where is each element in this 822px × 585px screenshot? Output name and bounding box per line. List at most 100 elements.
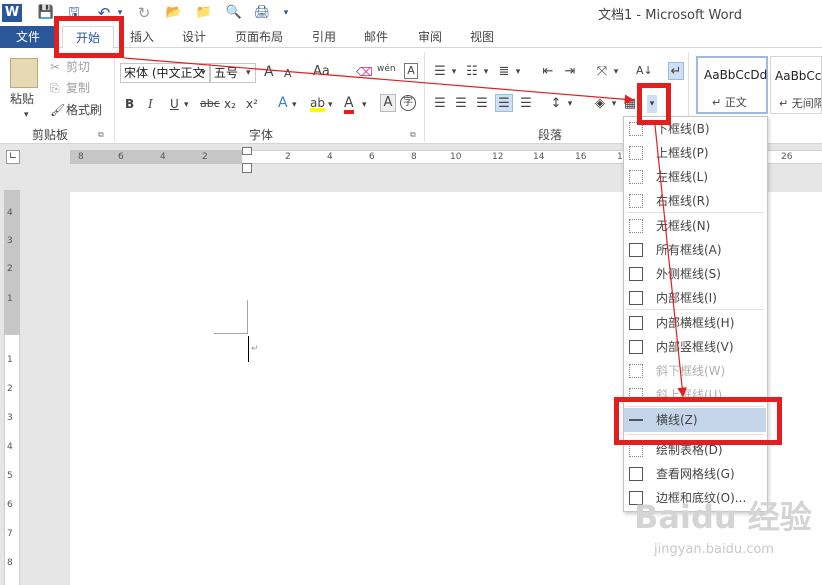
menu-item-outside-borders[interactable]: 外侧框线(S)	[624, 262, 766, 286]
multilevel-list-icon[interactable]: ≣	[496, 63, 512, 81]
ruler-tick-label: 14	[533, 152, 545, 162]
tab-insert[interactable]: 插入	[122, 26, 162, 48]
line-spacing-icon[interactable]: ↕	[548, 95, 564, 113]
justify-icon[interactable]: ☰	[495, 94, 513, 112]
clear-format-icon[interactable]: ⌫	[356, 63, 373, 81]
numbering-dropdown-icon[interactable]: ▾	[482, 63, 490, 81]
text-effects-dropdown-icon[interactable]: ▾	[292, 96, 297, 114]
menu-item-top-border[interactable]: 上框线(P)	[624, 141, 766, 165]
highlight-icon[interactable]: ab	[310, 94, 325, 112]
redo-icon[interactable]: ↻	[134, 3, 154, 23]
multilevel-dropdown-icon[interactable]: ▾	[514, 63, 522, 81]
format-painter-button[interactable]: 格式刷	[66, 101, 102, 119]
menu-item-inside-vertical-border[interactable]: 内部竖框线(V)	[624, 335, 766, 359]
highlight-dropdown-icon[interactable]: ▾	[328, 96, 333, 114]
shading-dropdown-icon[interactable]: ▾	[610, 95, 618, 113]
menu-item-label: 所有框线(A)	[656, 243, 722, 257]
vertical-ruler-tick-label: 2	[7, 264, 13, 274]
font-name-field[interactable]: 宋体 (中文正文	[120, 63, 210, 83]
superscript-button[interactable]: x²	[246, 95, 258, 113]
save-icon[interactable]: 💾	[36, 3, 56, 23]
vertical-ruler-tick-label: 4	[7, 442, 13, 452]
paste-icon[interactable]	[10, 58, 38, 88]
char-border-icon[interactable]: A	[404, 63, 418, 79]
annotation-box-home-tab	[54, 16, 124, 58]
print-preview-icon[interactable]: 🔍	[224, 3, 244, 23]
menu-item-label: 内部竖框线(V)	[656, 340, 734, 354]
menu-item-no-border[interactable]: 无框线(N)	[624, 214, 766, 238]
align-center-icon[interactable]: ☰	[453, 95, 469, 113]
ruler-tick-label: 10	[450, 152, 462, 162]
crop-mark	[247, 300, 248, 334]
menu-item-left-border[interactable]: 左框线(L)	[624, 165, 766, 189]
style-normal[interactable]: AaBbCcDd ↵ 正文	[696, 56, 768, 114]
align-right-icon[interactable]: ☰	[474, 95, 490, 113]
font-name-dropdown-icon[interactable]: ▾	[201, 64, 206, 82]
underline-button[interactable]: U	[170, 95, 179, 113]
change-case-button[interactable]: Aa	[313, 63, 330, 81]
tab-view[interactable]: 视图	[462, 26, 502, 48]
strikethrough-button[interactable]: abc	[200, 95, 220, 113]
paste-dropdown-icon[interactable]: ▾	[24, 106, 29, 124]
underline-dropdown-icon[interactable]: ▾	[184, 96, 189, 114]
cut-button[interactable]: 剪切	[66, 58, 90, 76]
sort-icon[interactable]: A↓	[636, 62, 653, 80]
style-sample: AaBbCcDd	[704, 68, 768, 82]
char-shading-icon[interactable]: A	[380, 94, 396, 112]
vertical-ruler-tick-label: 1	[7, 294, 13, 304]
font-size-dropdown-icon[interactable]: ▾	[246, 64, 251, 82]
tab-mailings[interactable]: 邮件	[356, 26, 396, 48]
borders-icon[interactable]: ▦	[622, 95, 638, 113]
shrink-font-button[interactable]: A	[284, 65, 292, 83]
tab-file[interactable]: 文件	[0, 26, 56, 48]
open-folder-icon[interactable]: 📂	[164, 3, 184, 23]
subscript-button[interactable]: x₂	[224, 95, 236, 113]
menu-item-view-gridlines[interactable]: 查看网格线(G)	[624, 462, 766, 486]
distributed-icon[interactable]: ☰	[518, 95, 534, 113]
tab-layout[interactable]: 页面布局	[228, 26, 290, 48]
line-spacing-dropdown-icon[interactable]: ▾	[566, 95, 574, 113]
paragraph-mark: ↵	[251, 344, 259, 354]
bold-button[interactable]: B	[125, 95, 134, 113]
menu-item-right-border[interactable]: 右框线(R)	[624, 189, 766, 213]
first-line-indent-marker[interactable]	[242, 147, 252, 155]
enclose-char-button[interactable]: 字	[400, 95, 416, 111]
decrease-indent-icon[interactable]: ⇤	[540, 63, 556, 81]
italic-button[interactable]: I	[148, 95, 153, 113]
menu-item-inside-borders[interactable]: 内部框线(I)	[624, 286, 766, 310]
copy-button[interactable]: 复制	[66, 79, 90, 97]
vertical-ruler-tick-label: 3	[7, 413, 13, 423]
font-color-dropdown-icon[interactable]: ▾	[362, 96, 367, 114]
menu-item-all-borders[interactable]: 所有框线(A)	[624, 238, 766, 262]
asian-layout-icon[interactable]: ⤧	[594, 63, 610, 81]
font-launcher-icon[interactable]: ⧉	[410, 130, 416, 140]
tab-references[interactable]: 引用	[304, 26, 344, 48]
increase-indent-icon[interactable]: ⇥	[562, 63, 578, 81]
shading-icon[interactable]: ◈	[592, 95, 608, 113]
menu-item-label: 外侧框线(S)	[656, 267, 721, 281]
inside-vertical-border-icon	[629, 340, 643, 354]
grow-font-button[interactable]: A	[264, 63, 274, 81]
hanging-indent-marker[interactable]	[242, 163, 252, 173]
numbering-icon[interactable]: ☷	[464, 63, 480, 81]
bullets-icon[interactable]: ☰	[432, 63, 448, 81]
text-effects-icon[interactable]: A	[278, 94, 288, 112]
menu-item-inside-horizontal-border[interactable]: 内部横框线(H)	[624, 311, 766, 335]
customize-qat-icon[interactable]: ▾	[280, 3, 292, 23]
folder-icon[interactable]: 📁	[194, 3, 214, 23]
font-color-icon[interactable]: A	[344, 94, 354, 114]
ruler-tick-label: 2	[202, 152, 208, 162]
font-group-label: 字体	[248, 128, 273, 142]
print-icon[interactable]: 🖨	[252, 3, 272, 23]
tab-design[interactable]: 设计	[174, 26, 214, 48]
tab-selector-icon[interactable]: ∟	[6, 150, 20, 164]
clipboard-launcher-icon[interactable]: ⧉	[98, 130, 104, 140]
asian-layout-dropdown-icon[interactable]: ▾	[612, 63, 620, 81]
phonetic-guide-button[interactable]: wén	[377, 60, 396, 78]
style-no-spacing[interactable]: AaBbCcDd ↵ 无间隔	[770, 56, 822, 114]
tab-review[interactable]: 审阅	[410, 26, 450, 48]
show-marks-icon[interactable]: ↵	[668, 62, 684, 80]
bullets-dropdown-icon[interactable]: ▾	[450, 63, 458, 81]
group-divider	[114, 52, 115, 142]
align-left-icon[interactable]: ☰	[432, 95, 448, 113]
